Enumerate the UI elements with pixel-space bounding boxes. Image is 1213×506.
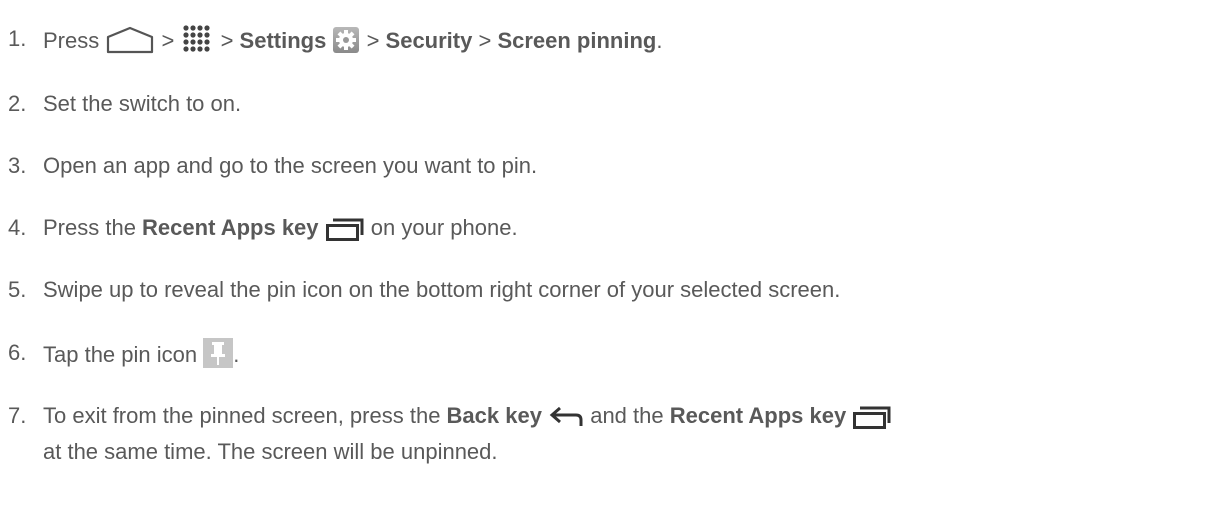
- step-text-pre: Tap the pin icon: [43, 342, 204, 367]
- step-number: 7.: [8, 403, 27, 428]
- settings-label: Settings: [239, 28, 327, 53]
- step-number: 6.: [8, 340, 27, 365]
- step-number: 1.: [8, 26, 27, 51]
- step-number: 3.: [8, 153, 27, 178]
- separator: >: [360, 28, 386, 53]
- step-number: 4.: [8, 215, 27, 240]
- step-text-mid: and the: [584, 403, 670, 428]
- back-arrow-icon: [548, 405, 584, 437]
- step-text: Press the Recent Apps key on your phone.: [43, 213, 518, 249]
- period: .: [656, 28, 663, 53]
- step-text-pre: To exit from the pinned screen, press th…: [43, 403, 447, 428]
- step-text: Swipe up to reveal the pin icon on the b…: [43, 277, 841, 302]
- recent-apps-icon: [325, 217, 365, 249]
- security-label: Security: [385, 28, 473, 53]
- step-text-post: .: [233, 342, 240, 367]
- step-text-press: Press: [43, 28, 100, 53]
- recent-apps-key-label: Recent Apps key: [669, 403, 847, 428]
- home-icon: [105, 26, 155, 62]
- step-text: Set the switch to on.: [43, 91, 242, 116]
- separator: >: [155, 28, 181, 53]
- step-text-pre: Press the: [43, 215, 143, 240]
- screen-pinning-label: Screen pinning: [497, 28, 657, 53]
- step-text-line2: at the same time. The screen will be unp…: [43, 439, 498, 464]
- settings-gear-icon: [332, 26, 360, 62]
- apps-grid-icon: [180, 24, 214, 62]
- separator: >: [472, 28, 498, 53]
- step-text: Open an app and go to the screen you wan…: [43, 153, 538, 178]
- step-text-post: on your phone.: [364, 215, 518, 240]
- step-text: Press > > Settings > Security > Screen p…: [43, 24, 662, 62]
- back-key-label: Back key: [446, 403, 542, 428]
- step-number: 5.: [8, 277, 27, 302]
- recent-apps-icon: [852, 405, 892, 437]
- pin-icon: [203, 338, 234, 376]
- step-number: 2.: [8, 91, 27, 116]
- recent-apps-key-label: Recent Apps key: [142, 215, 319, 240]
- step-text: To exit from the pinned screen, press th…: [43, 401, 892, 467]
- step-text: Tap the pin icon .: [43, 338, 239, 376]
- separator: >: [214, 28, 240, 53]
